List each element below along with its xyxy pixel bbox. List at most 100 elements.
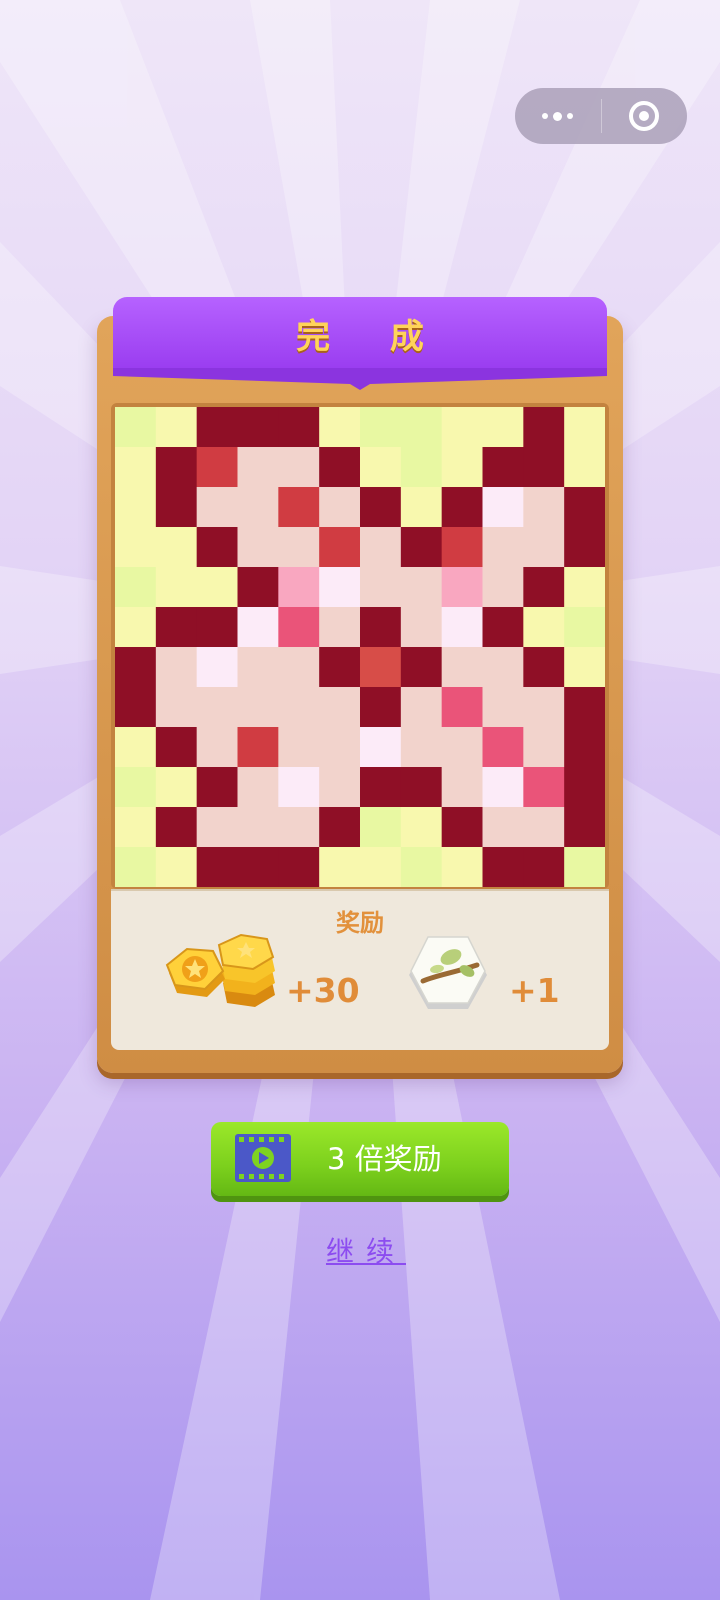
grid-cell — [155, 647, 198, 688]
grid-cell — [237, 767, 279, 808]
grid-cell — [360, 847, 402, 887]
grid-cell — [360, 407, 402, 448]
grid-cell — [482, 727, 524, 768]
grid-cell — [278, 567, 320, 608]
grid-cell — [482, 487, 524, 528]
grid-cell — [441, 487, 484, 528]
grid-cell — [237, 847, 279, 887]
grid-cell — [360, 687, 402, 728]
grid-cell — [482, 447, 524, 488]
grid-cell — [155, 527, 198, 568]
grid-cell — [155, 687, 198, 728]
grid-cell — [115, 407, 157, 448]
grid-cell — [115, 807, 157, 848]
grid-cell — [115, 687, 157, 728]
grid-cell — [278, 607, 320, 648]
banner-ribbon-tip — [113, 368, 607, 390]
grid-cell — [278, 487, 320, 528]
grid-cell — [196, 607, 239, 648]
grid-cell — [564, 607, 605, 648]
grid-cell — [196, 767, 239, 808]
grid-cell — [482, 607, 524, 648]
tile-reward-amount: +1 — [509, 971, 560, 1010]
grid-cell — [400, 607, 443, 648]
grid-cell — [360, 767, 402, 808]
grid-cell — [400, 407, 443, 448]
grid-cell — [155, 447, 198, 488]
grid-cell — [564, 407, 605, 448]
title-banner: 完 成 — [113, 297, 607, 369]
grid-cell — [523, 767, 565, 808]
grid-cell — [441, 407, 484, 448]
card-title: 完 成 — [296, 316, 448, 357]
grid-cell — [564, 487, 605, 528]
grid-cell — [441, 807, 484, 848]
grid-cell — [400, 767, 443, 808]
grid-cell — [400, 727, 443, 768]
continue-link[interactable]: 继续 — [0, 1230, 720, 1270]
grid-cell — [319, 687, 361, 728]
grid-cell — [441, 447, 484, 488]
grid-cell — [441, 727, 484, 768]
grid-cell — [196, 527, 239, 568]
grid-cell — [400, 687, 443, 728]
grid-cell — [319, 527, 361, 568]
more-dots-icon — [542, 111, 574, 121]
grid-cell — [155, 807, 198, 848]
grid-cell — [441, 567, 484, 608]
grid-cell — [115, 447, 157, 488]
grid-cell — [237, 647, 279, 688]
grid-cell — [523, 807, 565, 848]
gold-coins-icon — [165, 933, 275, 1007]
grid-cell — [237, 807, 279, 848]
grid-cell — [319, 727, 361, 768]
grid-cell — [278, 727, 320, 768]
grid-cell — [523, 407, 565, 448]
hexagon-tile-icon — [409, 936, 487, 1009]
grid-cell — [155, 487, 198, 528]
grid-cell — [278, 527, 320, 568]
grid-cell — [115, 607, 157, 648]
grid-cell — [115, 527, 157, 568]
grid-cell — [278, 847, 320, 887]
grid-cell — [115, 567, 157, 608]
grid-cell — [441, 647, 484, 688]
grid-cell — [400, 527, 443, 568]
close-mini-program-button[interactable] — [602, 88, 688, 144]
grid-cell — [115, 647, 157, 688]
grid-cell — [319, 807, 361, 848]
grid-cell — [360, 727, 402, 768]
grid-cell — [564, 727, 605, 768]
grid-cell — [237, 407, 279, 448]
grid-cell — [482, 847, 524, 887]
grid-cell — [278, 687, 320, 728]
grid-cell — [523, 567, 565, 608]
grid-cell — [360, 607, 402, 648]
grid-cell — [523, 727, 565, 768]
more-button[interactable] — [515, 88, 601, 144]
grid-cell — [482, 767, 524, 808]
grid-cell — [523, 527, 565, 568]
reward-panel: 奖励 +30 +1 — [111, 889, 609, 1050]
grid-cell — [360, 807, 402, 848]
grid-cell — [155, 847, 198, 887]
triple-reward-button[interactable]: 3 倍奖励 — [211, 1122, 509, 1196]
grid-cell — [360, 487, 402, 528]
grid-cell — [155, 767, 198, 808]
grid-cell — [237, 527, 279, 568]
coin-reward-amount: +30 — [286, 971, 360, 1010]
grid-cell — [482, 407, 524, 448]
grid-cell — [564, 567, 605, 608]
grid-cell — [237, 727, 279, 768]
grid-cell — [564, 687, 605, 728]
grid-cell — [196, 847, 239, 887]
grid-cell — [482, 687, 524, 728]
grid-cell — [319, 407, 361, 448]
grid-cell — [523, 687, 565, 728]
grid-cell — [278, 767, 320, 808]
grid-cell — [237, 567, 279, 608]
grid-cell — [441, 607, 484, 648]
mini-program-capsule — [515, 88, 687, 144]
triple-reward-label: 3 倍奖励 — [327, 1142, 442, 1176]
grid-cell — [482, 807, 524, 848]
